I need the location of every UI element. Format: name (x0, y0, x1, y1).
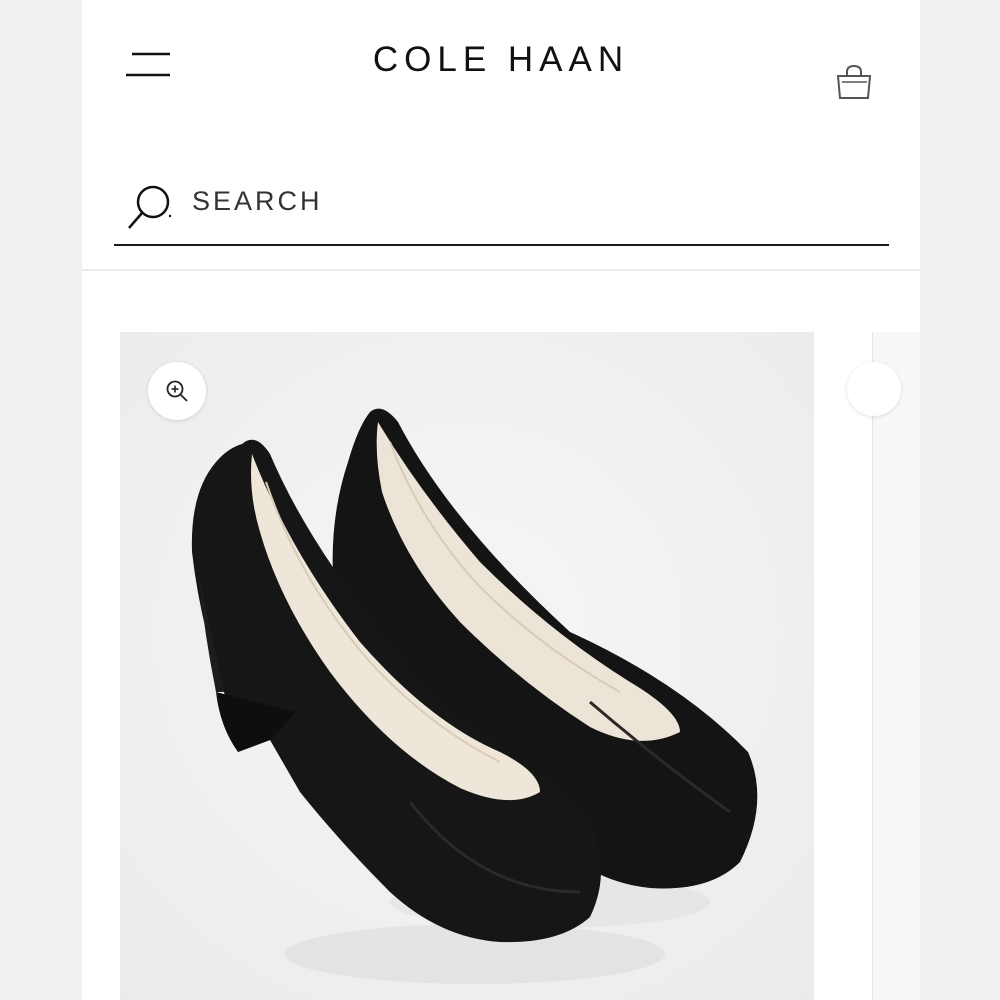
mobile-page: COLE HAAN SEARCH (82, 0, 920, 1000)
brand-logo[interactable]: COLE HAAN (82, 40, 920, 80)
search-underline (114, 244, 889, 246)
header-divider (82, 269, 920, 271)
search-placeholder: SEARCH (192, 186, 323, 216)
cart-button[interactable] (834, 64, 874, 102)
next-product-image[interactable] (847, 332, 920, 1000)
right-backdrop (920, 0, 1000, 1000)
zoom-in-icon (166, 380, 188, 402)
shopping-bag-icon (836, 64, 872, 99)
left-backdrop (0, 0, 82, 1000)
next-zoom-button[interactable] (847, 362, 901, 416)
product-gallery[interactable] (120, 332, 920, 1000)
site-header: COLE HAAN SEARCH (82, 0, 920, 270)
zoom-button[interactable] (148, 362, 206, 420)
product-image[interactable] (120, 332, 814, 1000)
search-icon (128, 185, 172, 229)
black-wedge-pumps-image (120, 332, 814, 1000)
search-field[interactable]: SEARCH (114, 178, 889, 246)
